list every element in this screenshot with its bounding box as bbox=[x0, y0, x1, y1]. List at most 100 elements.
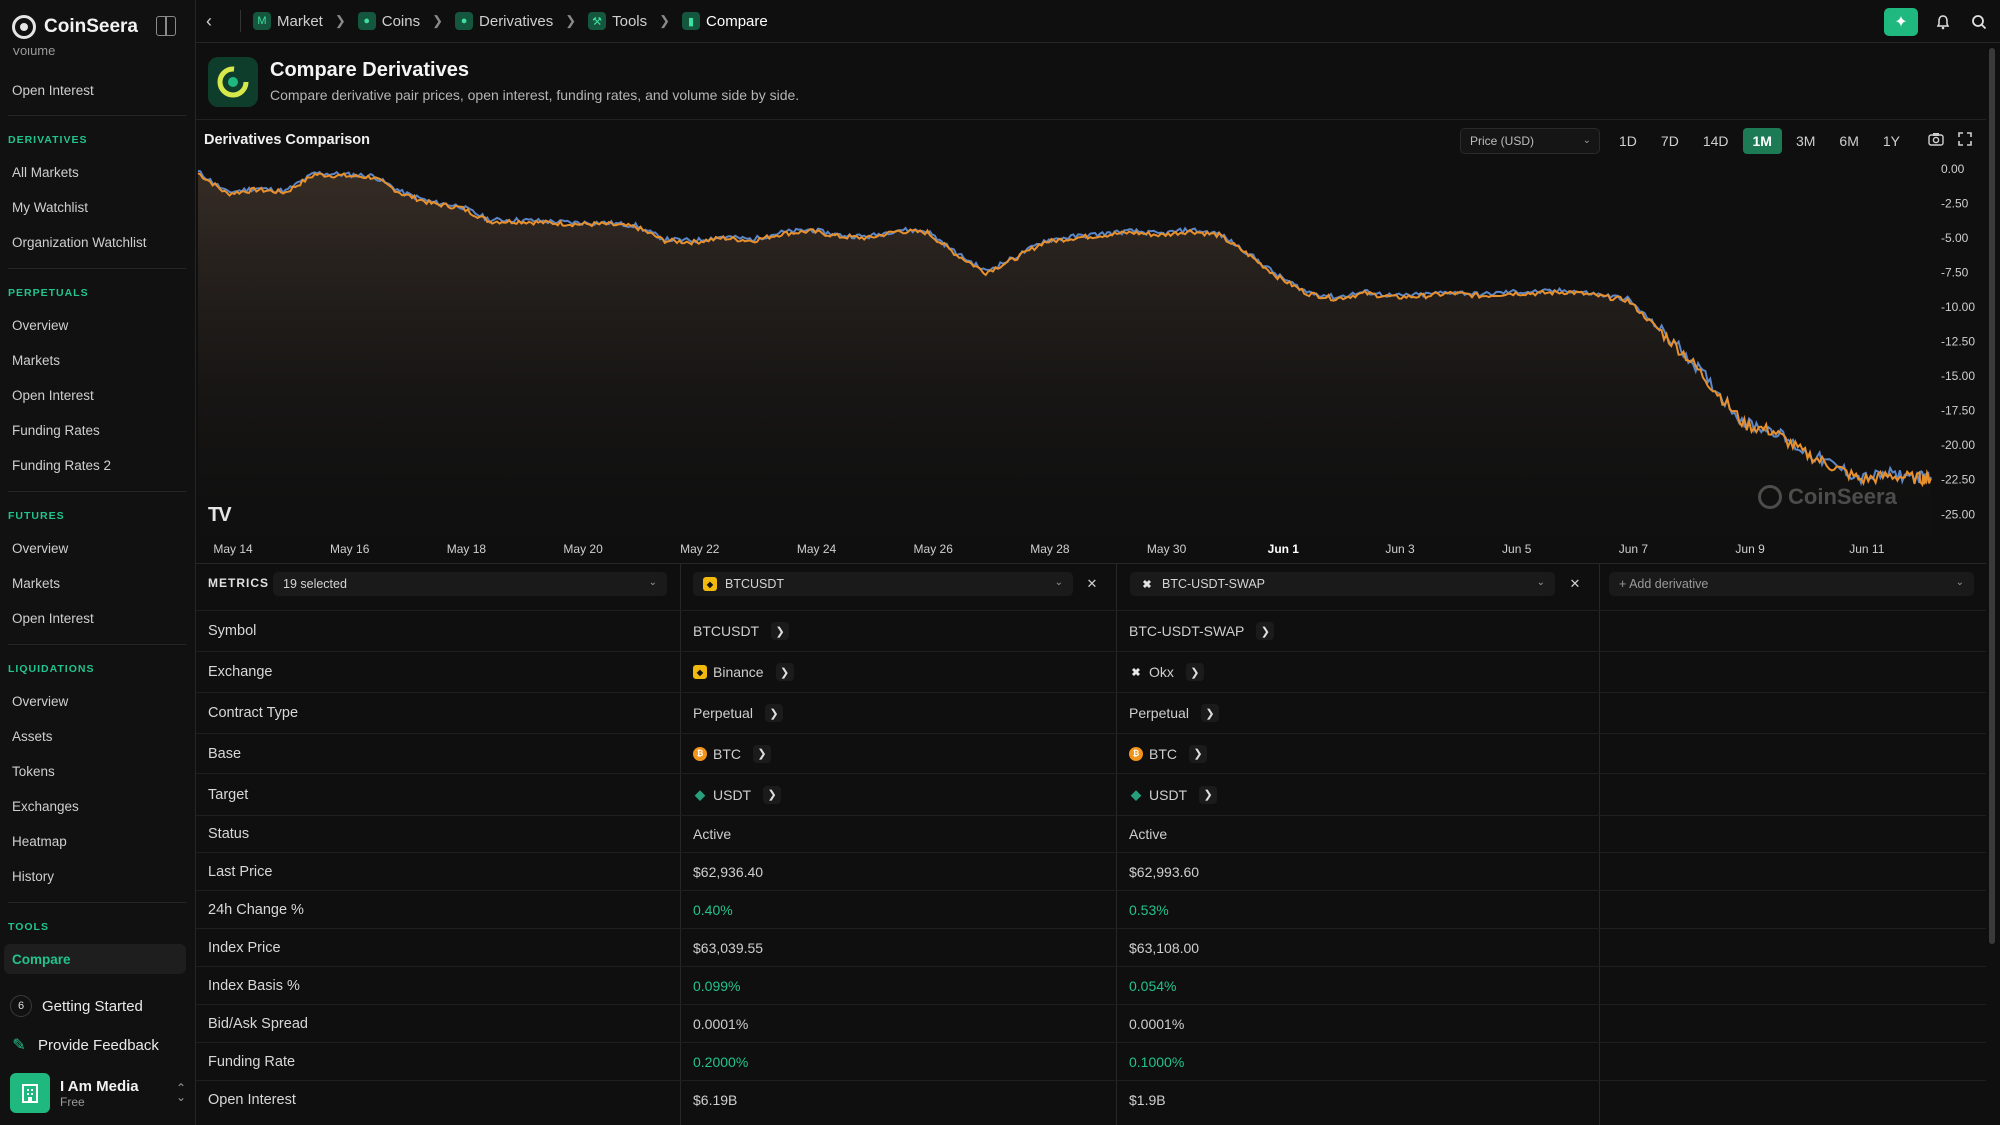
sidebar-item-liq-exchanges[interactable]: Exchanges bbox=[4, 791, 186, 821]
metric-select-value: Price (USD) bbox=[1470, 134, 1535, 148]
breadcrumb-label: Coins bbox=[381, 12, 421, 30]
chevron-right-icon[interactable]: ❯ bbox=[771, 622, 790, 640]
range-button-3m[interactable]: 3M bbox=[1786, 128, 1825, 154]
derivative-select-2[interactable]: ✖ BTC-USDT-SWAP ⌄ bbox=[1130, 572, 1555, 596]
sidebar-item-all-markets[interactable]: All Markets bbox=[4, 157, 186, 187]
chevron-right-icon: ❯ bbox=[432, 13, 444, 28]
metric-value-cell: 0.40% bbox=[693, 891, 733, 928]
metric-value-cell[interactable]: Perpetual ❯ bbox=[1129, 693, 1219, 733]
metric-value-cell[interactable]: ₿ BTC ❯ bbox=[693, 734, 771, 773]
x-tick-label: Jun 7 bbox=[1619, 542, 1649, 556]
metric-value-cell[interactable]: BTCUSDT ❯ bbox=[693, 611, 790, 651]
sidebar-item-futures-overview[interactable]: Overview bbox=[4, 533, 186, 563]
sidebar-item-futures-markets[interactable]: Markets bbox=[4, 568, 186, 598]
metric-value-cell[interactable]: Perpetual ❯ bbox=[693, 693, 783, 733]
sidebar-item-futures-open-interest[interactable]: Open Interest bbox=[4, 603, 186, 633]
range-button-6m[interactable]: 6M bbox=[1829, 128, 1868, 154]
chevron-right-icon[interactable]: ❯ bbox=[1189, 744, 1207, 763]
add-derivative-select[interactable]: + Add derivative ⌄ bbox=[1609, 572, 1974, 596]
range-button-1d[interactable]: 1D bbox=[1609, 128, 1647, 154]
sidebar-item-liq-tokens[interactable]: Tokens bbox=[4, 756, 186, 786]
header-divider bbox=[196, 119, 1986, 120]
sidebar-collapse-icon[interactable] bbox=[156, 16, 176, 36]
section-tools: TOOLS bbox=[8, 921, 49, 933]
sidebar-item-compare[interactable]: Compare bbox=[4, 944, 186, 974]
metric-value-cell: 0.054% bbox=[1129, 967, 1176, 1004]
getting-started[interactable]: 6 Getting Started bbox=[10, 990, 190, 1022]
chevron-right-icon[interactable]: ❯ bbox=[1199, 785, 1218, 804]
sidebar-item-volume[interactable]: Volume bbox=[12, 48, 55, 58]
fullscreen-icon[interactable] bbox=[1958, 132, 1972, 149]
y-tick-label: -5.00 bbox=[1941, 231, 1969, 245]
table-row: Symbol BTCUSDT ❯ BTC-USDT-SWAP ❯ bbox=[196, 610, 1986, 651]
sidebar-item-my-watchlist[interactable]: My Watchlist bbox=[4, 192, 186, 222]
tradingview-logo[interactable]: TV bbox=[208, 504, 232, 527]
sidebar-item-liq-heatmap[interactable]: Heatmap bbox=[4, 826, 186, 856]
x-tick-label: Jun 5 bbox=[1502, 542, 1532, 556]
metric-value-cell[interactable]: ◆ Binance ❯ bbox=[693, 652, 794, 692]
metric-value-cell[interactable]: ◆ USDT ❯ bbox=[693, 774, 782, 815]
metric-value-cell[interactable]: ✖ Okx ❯ bbox=[1129, 652, 1204, 692]
remove-derivative-1-icon[interactable]: ✕ bbox=[1081, 573, 1103, 595]
metric-value-cell[interactable]: BTC-USDT-SWAP ❯ bbox=[1129, 611, 1275, 651]
range-button-1m[interactable]: 1M bbox=[1742, 128, 1782, 154]
breadcrumb-coins[interactable]: ● Coins bbox=[357, 12, 421, 30]
chevron-right-icon[interactable]: ❯ bbox=[763, 785, 782, 804]
breadcrumb-compare[interactable]: ▮ Compare bbox=[682, 12, 768, 30]
range-button-1y[interactable]: 1Y bbox=[1873, 128, 1910, 154]
camera-icon[interactable] bbox=[1928, 132, 1944, 149]
metric-value: 0.0001% bbox=[693, 1015, 749, 1032]
metric-value-cell[interactable]: ₿ BTC ❯ bbox=[1129, 734, 1207, 773]
provide-feedback[interactable]: ✎ Provide Feedback bbox=[10, 1029, 190, 1061]
metric-value-cell: $6.19B bbox=[693, 1081, 737, 1118]
user-menu[interactable]: I Am Media Free ⌃ ⌄ bbox=[10, 1072, 190, 1114]
y-tick-label: -7.50 bbox=[1941, 266, 1969, 280]
metric-select[interactable]: Price (USD) ⌄ bbox=[1460, 128, 1600, 154]
watermark-text: CoinSeera bbox=[1788, 484, 1897, 509]
page-scrollbar[interactable] bbox=[1989, 48, 1995, 944]
chevron-right-icon[interactable]: ❯ bbox=[775, 663, 794, 681]
sidebar-item-liq-history[interactable]: History bbox=[4, 861, 186, 891]
range-button-7d[interactable]: 7D bbox=[1651, 128, 1689, 154]
sidebar-item-perp-overview[interactable]: Overview bbox=[4, 310, 186, 340]
range-button-14d[interactable]: 14D bbox=[1693, 128, 1739, 154]
metric-value-cell: 0.53% bbox=[1129, 891, 1169, 928]
metric-value: USDT bbox=[713, 786, 752, 803]
bitcoin-icon: ₿ bbox=[1129, 746, 1143, 761]
metric-label: Status bbox=[208, 826, 250, 842]
breadcrumb-derivatives[interactable]: ● Derivatives bbox=[455, 12, 553, 30]
sidebar-item-perp-open-interest[interactable]: Open Interest bbox=[4, 380, 186, 410]
sidebar-item-open-interest[interactable]: Open Interest bbox=[4, 75, 186, 105]
chevron-right-icon[interactable]: ❯ bbox=[764, 704, 783, 722]
metric-value-cell: 0.1000% bbox=[1129, 1043, 1184, 1080]
chevron-right-icon[interactable]: ❯ bbox=[1256, 622, 1275, 640]
sparkle-icon[interactable]: ✦ bbox=[1884, 7, 1918, 36]
chevron-right-icon[interactable]: ❯ bbox=[1200, 704, 1219, 722]
comparison-line-chart[interactable]: 0.00 -2.50 -5.00 -7.50 -10.00 -12.50 -15.00 -17… bbox=[196, 160, 1986, 560]
chevron-right-icon[interactable]: ❯ bbox=[753, 744, 771, 763]
sidebar-item-funding-rates[interactable]: Funding Rates bbox=[4, 415, 186, 445]
back-icon[interactable]: ‹ bbox=[206, 11, 236, 32]
metric-value: $62,993.60 bbox=[1129, 863, 1200, 880]
metrics-select[interactable]: 19 selected ⌄ bbox=[273, 572, 667, 596]
chevron-right-icon[interactable]: ❯ bbox=[1185, 663, 1204, 681]
metric-label: Base bbox=[208, 745, 242, 762]
search-icon[interactable] bbox=[1968, 11, 1990, 33]
derivative-select-1[interactable]: ◆ BTCUSDT ⌄ bbox=[693, 572, 1073, 596]
chevron-down-icon: ⌄ bbox=[648, 577, 657, 588]
metric-value-cell[interactable]: ◆ USDT ❯ bbox=[1129, 774, 1218, 815]
sidebar-item-liq-assets[interactable]: Assets bbox=[4, 721, 186, 751]
brand[interactable]: CoinSeera bbox=[12, 14, 138, 40]
sidebar-item-liq-overview[interactable]: Overview bbox=[4, 686, 186, 716]
x-tick-label: May 24 bbox=[797, 542, 837, 556]
sidebar-item-funding-rates-2[interactable]: Funding Rates 2 bbox=[4, 450, 186, 480]
sidebar-item-perp-markets[interactable]: Markets bbox=[4, 345, 186, 375]
bell-icon[interactable] bbox=[1932, 11, 1954, 33]
breadcrumb-tools[interactable]: ⚒ Tools bbox=[588, 12, 647, 30]
sidebar-divider bbox=[8, 491, 186, 492]
tools-icon: ⚒ bbox=[588, 12, 607, 30]
remove-derivative-2-icon[interactable]: ✕ bbox=[1564, 573, 1586, 595]
breadcrumb-label: Compare bbox=[706, 12, 768, 30]
breadcrumb-market[interactable]: M Market bbox=[253, 12, 323, 30]
sidebar-item-organization-watchlist[interactable]: Organization Watchlist bbox=[4, 227, 186, 257]
